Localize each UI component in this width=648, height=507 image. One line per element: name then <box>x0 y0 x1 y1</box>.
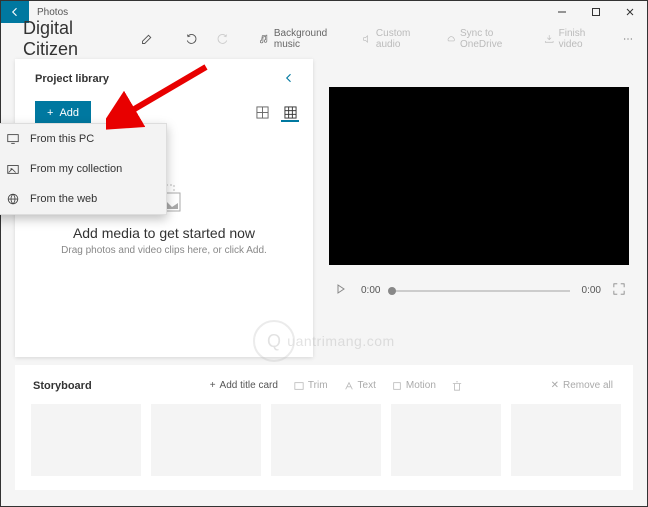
preview-panel: 0:00 0:00 <box>313 55 647 361</box>
from-my-collection-item[interactable]: From my collection <box>0 154 166 184</box>
text-label: Text <box>358 380 376 391</box>
project-name: Digital Citizen <box>7 18 129 60</box>
maximize-button[interactable] <box>579 1 613 23</box>
add-button[interactable]: + Add <box>35 101 91 125</box>
add-title-card-label: Add title card <box>220 380 278 391</box>
storyboard-cards[interactable] <box>27 404 621 476</box>
play-button[interactable] <box>333 284 349 297</box>
close-icon: ✕ <box>551 380 559 391</box>
globe-icon <box>6 192 20 206</box>
library-empty-title: Add media to get started now <box>35 225 293 241</box>
add-title-card-button[interactable]: + Add title card <box>202 377 286 394</box>
collapse-library-button[interactable] <box>279 69 299 89</box>
finish-video-label: Finish video <box>559 28 605 50</box>
toolbar: Digital Citizen Background music Custom … <box>1 23 647 55</box>
custom-audio-button[interactable]: Custom audio <box>355 24 435 54</box>
monitor-icon <box>6 132 20 146</box>
trim-label: Trim <box>308 380 328 391</box>
motion-label: Motion <box>406 380 436 391</box>
storyboard-slot[interactable] <box>391 404 501 476</box>
storyboard-panel: Storyboard + Add title card Trim Text Mo… <box>15 365 633 490</box>
undo-button[interactable] <box>177 29 205 49</box>
sync-onedrive-label: Sync to OneDrive <box>460 28 528 50</box>
from-this-pc-item[interactable]: From this PC <box>0 124 166 154</box>
remove-all-button[interactable]: ✕ Remove all <box>543 377 621 394</box>
window-title: Photos <box>29 7 545 18</box>
storyboard-slot[interactable] <box>511 404 621 476</box>
delete-button[interactable] <box>444 378 470 394</box>
storyboard-title: Storyboard <box>33 380 92 392</box>
playback-total-time: 0:00 <box>582 285 601 296</box>
collection-icon <box>6 162 20 176</box>
view-large-grid-button[interactable] <box>253 104 271 122</box>
rename-button[interactable] <box>133 29 161 49</box>
view-small-grid-button[interactable] <box>281 104 299 122</box>
from-the-web-item[interactable]: From the web <box>0 184 166 214</box>
plus-icon: + <box>210 380 216 391</box>
storyboard-slot[interactable] <box>271 404 381 476</box>
more-button[interactable]: ⋯ <box>615 30 641 49</box>
from-my-collection-label: From my collection <box>30 163 122 175</box>
playback-progress[interactable] <box>392 290 569 292</box>
minimize-button[interactable] <box>545 1 579 23</box>
motion-button[interactable]: Motion <box>384 377 444 394</box>
custom-audio-label: Custom audio <box>376 28 430 50</box>
trim-button[interactable]: Trim <box>286 377 336 394</box>
storyboard-slot[interactable] <box>31 404 141 476</box>
finish-video-button[interactable]: Finish video <box>538 24 611 54</box>
video-preview[interactable] <box>329 87 629 265</box>
playback-controls: 0:00 0:00 <box>329 265 629 316</box>
close-button[interactable] <box>613 1 647 23</box>
from-this-pc-label: From this PC <box>30 133 94 145</box>
library-empty-subtitle: Drag photos and video clips here, or cli… <box>35 245 293 256</box>
redo-button[interactable] <box>209 29 237 49</box>
plus-icon: + <box>47 107 53 119</box>
fullscreen-button[interactable] <box>613 283 625 298</box>
sync-onedrive-button[interactable]: Sync to OneDrive <box>440 24 535 54</box>
text-button[interactable]: Text <box>336 377 384 394</box>
add-button-label: Add <box>59 107 79 119</box>
add-source-dropdown: From this PC From my collection From the… <box>0 123 167 215</box>
background-music-button[interactable]: Background music <box>253 24 351 54</box>
project-library-title: Project library <box>35 73 109 85</box>
storyboard-slot[interactable] <box>151 404 261 476</box>
playback-current-time: 0:00 <box>361 285 380 296</box>
background-music-label: Background music <box>274 28 346 50</box>
from-the-web-label: From the web <box>30 193 97 205</box>
remove-all-label: Remove all <box>563 380 613 391</box>
